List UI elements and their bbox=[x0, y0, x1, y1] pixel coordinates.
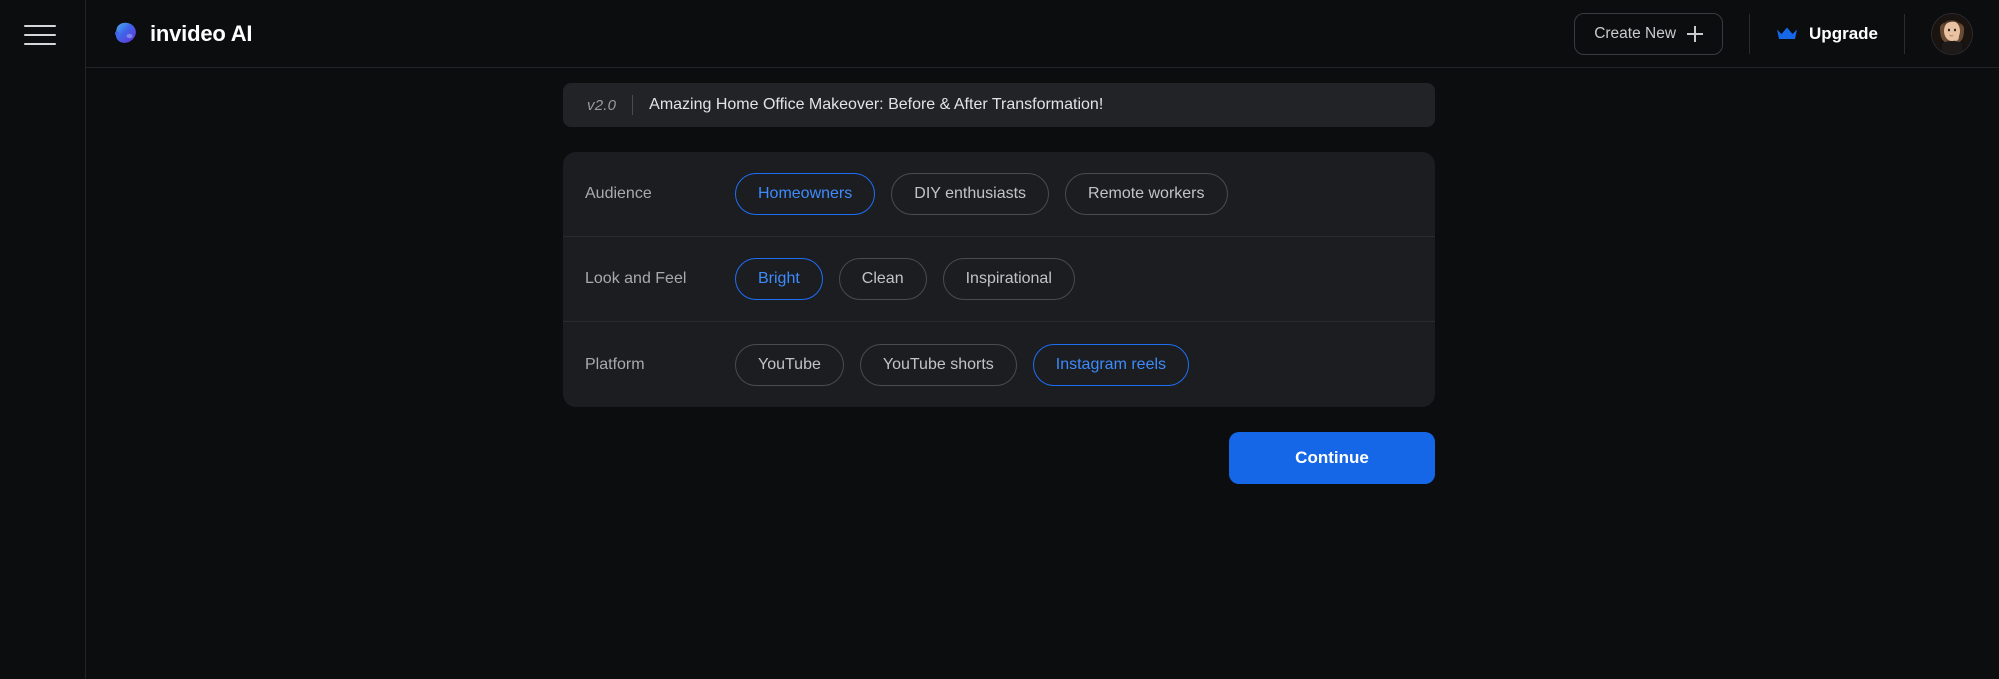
header-actions: Create New Upgrade bbox=[1574, 0, 1999, 67]
hamburger-bar bbox=[24, 43, 56, 45]
prompt-divider bbox=[632, 95, 633, 115]
pill-instagram-reels[interactable]: Instagram reels bbox=[1033, 344, 1189, 386]
option-label: Look and Feel bbox=[585, 270, 735, 288]
app-header: invideo AI Create New Upgrade bbox=[86, 0, 1999, 68]
option-row-audience: Audience Homeowners DIY enthusiasts Remo… bbox=[563, 152, 1435, 237]
plus-icon bbox=[1687, 26, 1703, 42]
option-label: Platform bbox=[585, 356, 735, 374]
options-card: Audience Homeowners DIY enthusiasts Remo… bbox=[563, 152, 1435, 407]
upgrade-button[interactable]: Upgrade bbox=[1776, 24, 1878, 44]
pill-clean[interactable]: Clean bbox=[839, 258, 927, 300]
pill-group-platform: YouTube YouTube shorts Instagram reels bbox=[735, 344, 1189, 386]
avatar[interactable] bbox=[1931, 13, 1973, 55]
prompt-text: Amazing Home Office Makeover: Before & A… bbox=[649, 96, 1103, 114]
prompt-bar[interactable]: v2.0 Amazing Home Office Makeover: Befor… bbox=[563, 83, 1435, 127]
option-row-look-and-feel: Look and Feel Bright Clean Inspirational bbox=[563, 237, 1435, 322]
pill-bright[interactable]: Bright bbox=[735, 258, 823, 300]
main-content: v2.0 Amazing Home Office Makeover: Befor… bbox=[86, 69, 1999, 679]
continue-row: Continue bbox=[563, 432, 1435, 484]
continue-button[interactable]: Continue bbox=[1229, 432, 1435, 484]
upgrade-label: Upgrade bbox=[1809, 24, 1878, 44]
pill-diy-enthusiasts[interactable]: DIY enthusiasts bbox=[891, 173, 1049, 215]
center-column: v2.0 Amazing Home Office Makeover: Befor… bbox=[563, 83, 1435, 484]
brand-logo-link[interactable]: invideo AI bbox=[112, 20, 252, 47]
pill-youtube[interactable]: YouTube bbox=[735, 344, 844, 386]
pill-group-audience: Homeowners DIY enthusiasts Remote worker… bbox=[735, 173, 1228, 215]
app-root: invideo AI Create New Upgrade bbox=[0, 0, 1999, 679]
option-label: Audience bbox=[585, 185, 735, 203]
hamburger-bar bbox=[24, 34, 56, 36]
create-new-label: Create New bbox=[1594, 25, 1676, 43]
header-divider bbox=[1904, 14, 1905, 54]
pill-youtube-shorts[interactable]: YouTube shorts bbox=[860, 344, 1017, 386]
pill-group-look-and-feel: Bright Clean Inspirational bbox=[735, 258, 1075, 300]
prompt-version-label: v2.0 bbox=[587, 97, 616, 114]
left-rail bbox=[0, 0, 86, 679]
hamburger-menu-icon[interactable] bbox=[24, 22, 60, 48]
brand-name: invideo AI bbox=[150, 21, 252, 47]
invideo-blob-logo-icon bbox=[112, 20, 139, 47]
hamburger-bar bbox=[24, 25, 56, 27]
header-divider bbox=[1749, 14, 1750, 54]
crown-icon bbox=[1776, 26, 1798, 42]
pill-homeowners[interactable]: Homeowners bbox=[735, 173, 875, 215]
user-avatar-photo-icon bbox=[1932, 14, 1972, 54]
pill-remote-workers[interactable]: Remote workers bbox=[1065, 173, 1227, 215]
create-new-button[interactable]: Create New bbox=[1574, 13, 1723, 55]
pill-inspirational[interactable]: Inspirational bbox=[943, 258, 1075, 300]
option-row-platform: Platform YouTube YouTube shorts Instagra… bbox=[563, 322, 1435, 407]
